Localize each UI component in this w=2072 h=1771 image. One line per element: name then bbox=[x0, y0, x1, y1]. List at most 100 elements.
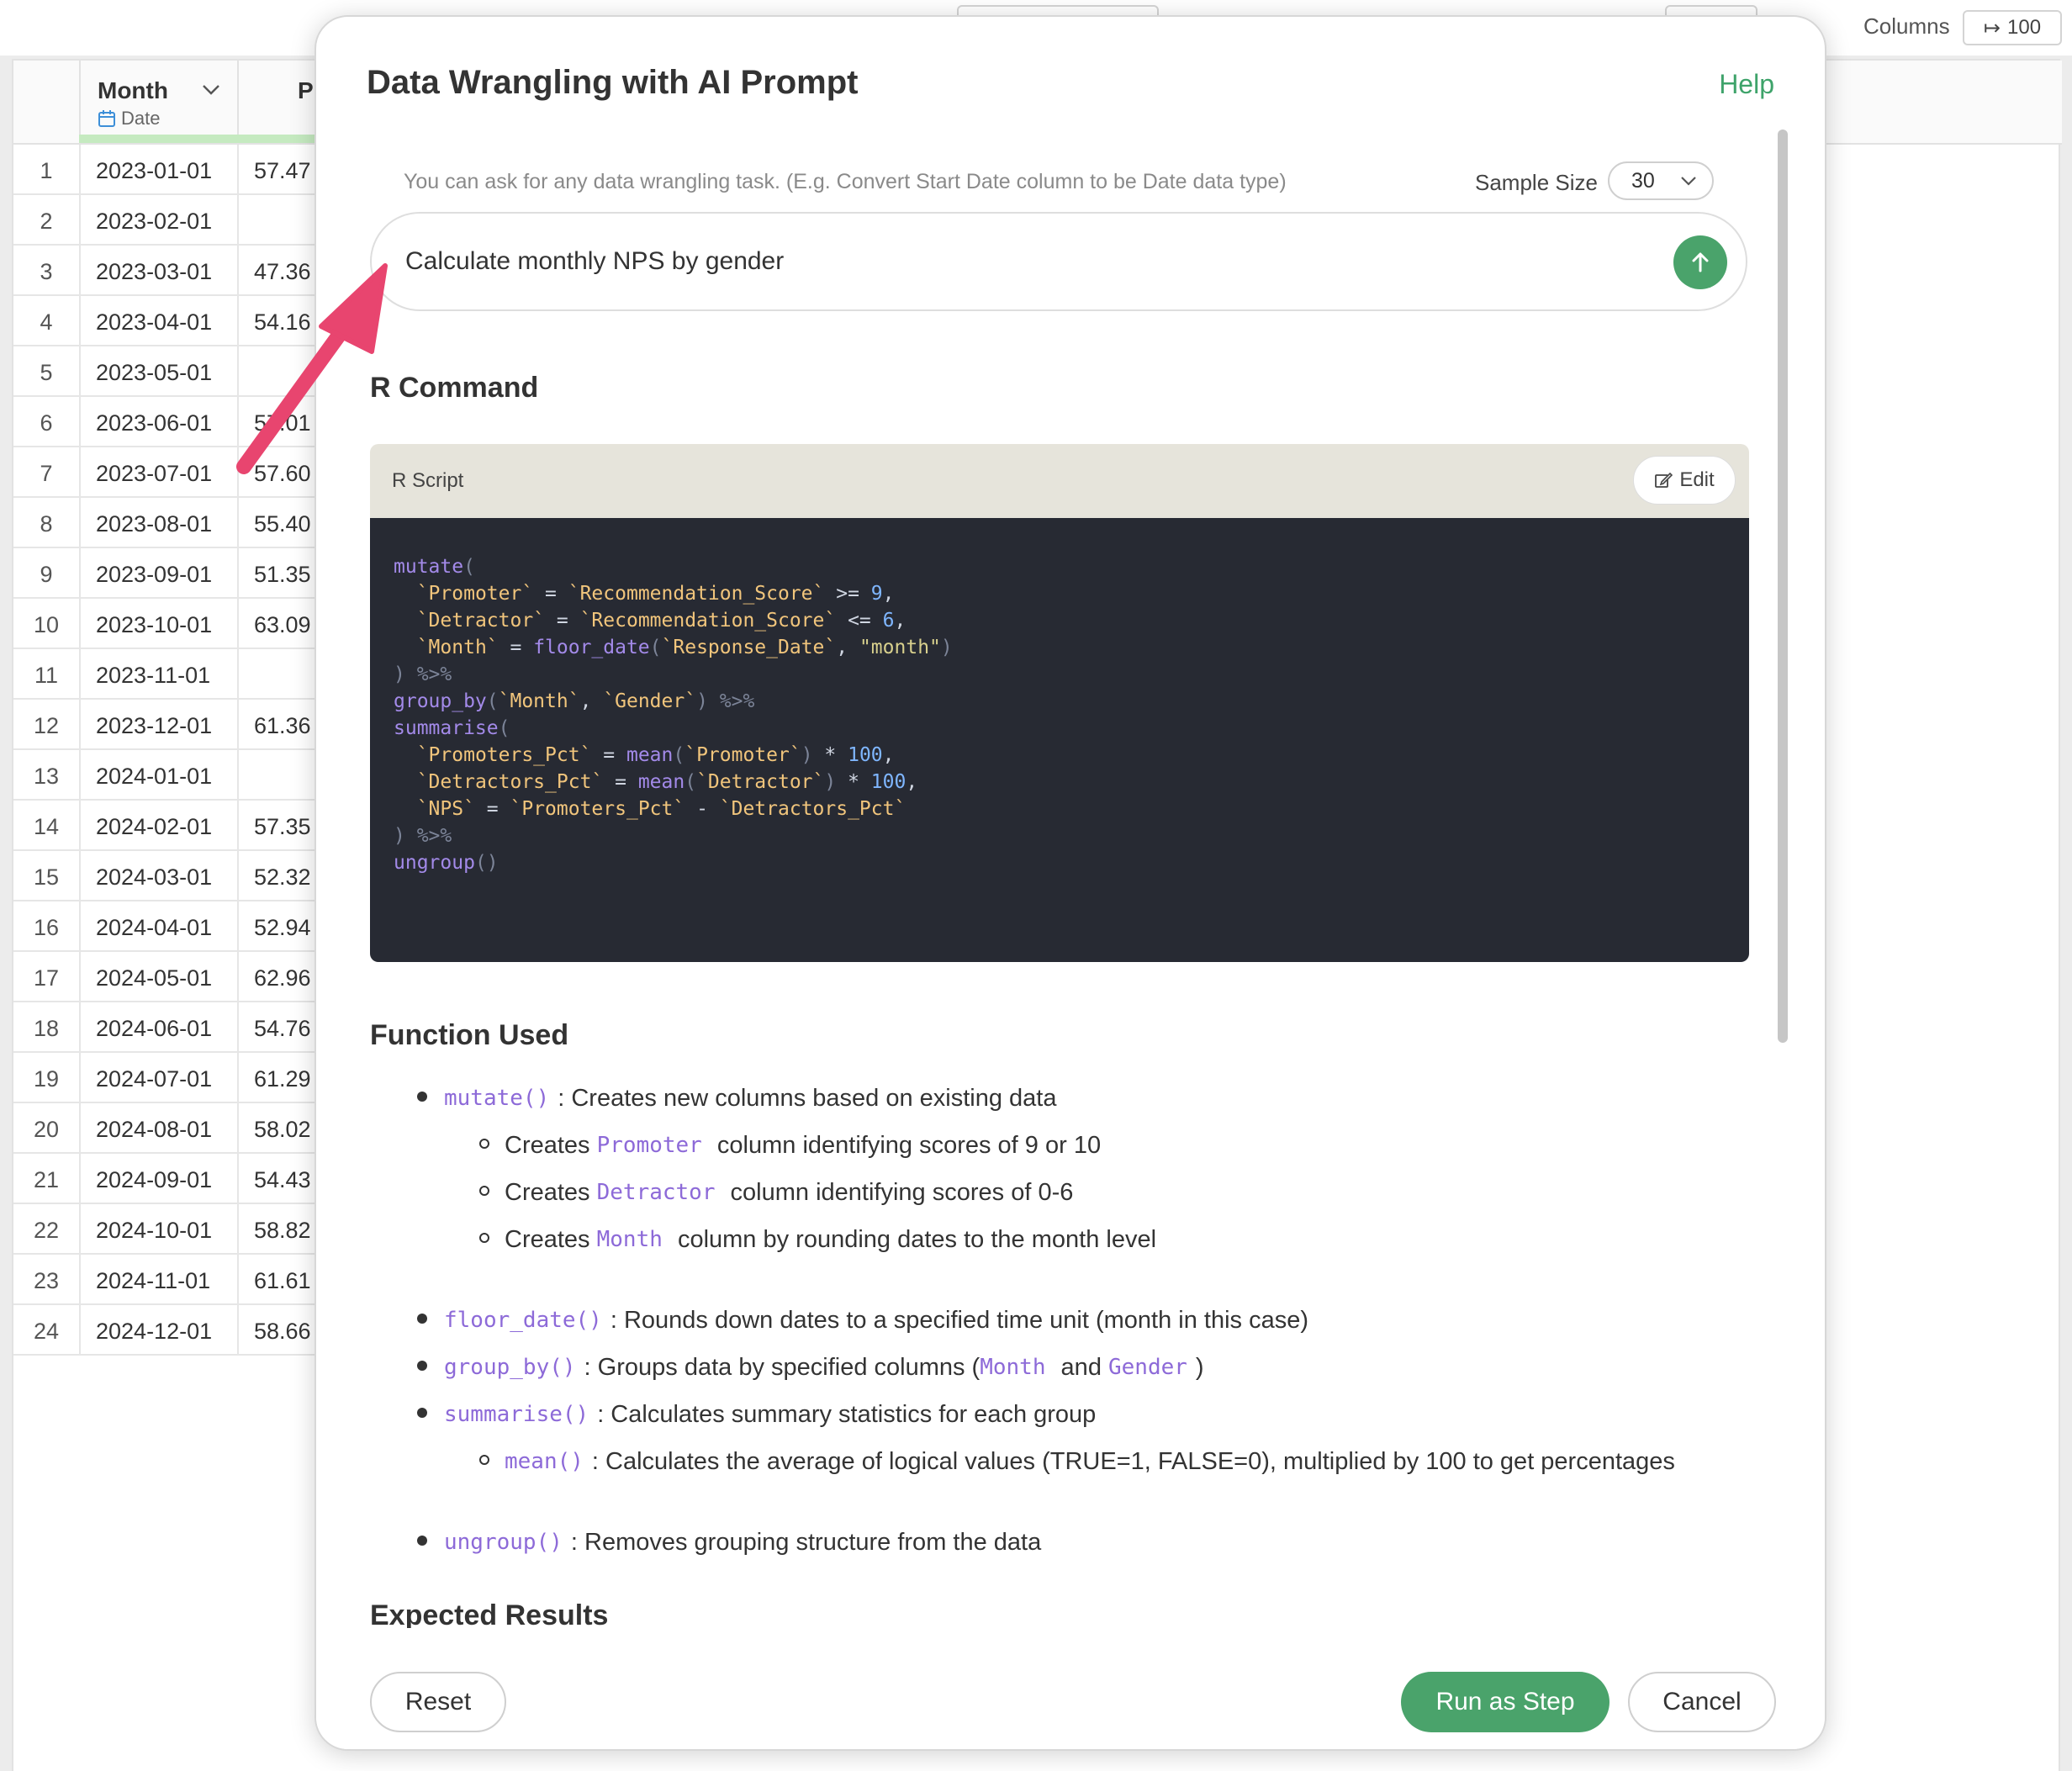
r-script-code[interactable]: mutate( `Promoter` = `Recommendation_Sco… bbox=[370, 518, 1749, 962]
month-cell[interactable]: 2023-02-01 bbox=[96, 209, 212, 235]
row-number: 6 bbox=[40, 410, 53, 436]
month-column-header[interactable]: Month bbox=[98, 77, 168, 104]
month-cell[interactable]: 2024-09-01 bbox=[96, 1167, 212, 1193]
dialog-title: Data Wrangling with AI Prompt bbox=[367, 64, 859, 101]
pr-cell[interactable]: 57.35 bbox=[254, 814, 311, 840]
code-token: `Month` bbox=[498, 690, 580, 712]
month-cell[interactable]: 2024-08-01 bbox=[96, 1117, 212, 1143]
function-list: mutate(): Creates new columns based on e… bbox=[370, 1075, 1749, 1566]
row-divider bbox=[79, 1103, 81, 1154]
pr-cell[interactable]: 52.94 bbox=[254, 915, 311, 941]
edit-icon bbox=[1655, 472, 1673, 488]
prompt-hint: You can ask for any data wrangling task.… bbox=[404, 170, 1287, 193]
row-number: 17 bbox=[33, 965, 60, 991]
row-number: 13 bbox=[33, 764, 60, 789]
month-cell[interactable]: 2023-05-01 bbox=[96, 360, 212, 386]
month-cell[interactable]: 2023-03-01 bbox=[96, 259, 212, 285]
pr-cell[interactable]: 54.43 bbox=[254, 1167, 311, 1193]
month-cell[interactable]: 2024-04-01 bbox=[96, 915, 212, 941]
code-token: = bbox=[498, 637, 534, 658]
inline-code: Detractor bbox=[596, 1180, 716, 1205]
code-token: `Recommendation_Score` bbox=[579, 610, 837, 632]
row-number: 2 bbox=[40, 209, 53, 234]
pr-cell[interactable]: 62.96 bbox=[254, 965, 311, 991]
cancel-button[interactable]: Cancel bbox=[1628, 1672, 1776, 1732]
code-token: ( bbox=[684, 771, 697, 793]
month-cell[interactable]: 2024-10-01 bbox=[96, 1218, 212, 1244]
pr-cell[interactable]: 61.61 bbox=[254, 1268, 311, 1294]
row-divider bbox=[79, 145, 81, 195]
list-text: : Creates new columns based on existing … bbox=[558, 1084, 1057, 1112]
row-number: 3 bbox=[40, 259, 53, 284]
pr-cell[interactable]: 63.09 bbox=[254, 612, 311, 638]
month-cell[interactable]: 2024-02-01 bbox=[96, 814, 212, 840]
row-divider bbox=[79, 195, 81, 246]
row-divider bbox=[79, 1204, 81, 1255]
send-button[interactable] bbox=[1673, 235, 1727, 289]
month-cell[interactable]: 2024-01-01 bbox=[96, 764, 212, 790]
month-cell[interactable]: 2024-05-01 bbox=[96, 965, 212, 991]
row-divider bbox=[79, 1305, 81, 1356]
list-item: mutate(): Creates new columns based on e… bbox=[370, 1075, 1749, 1122]
sample-size-select[interactable]: 30 bbox=[1608, 161, 1714, 200]
arrow-up-icon bbox=[1692, 252, 1709, 272]
month-cell[interactable]: 2023-06-01 bbox=[96, 410, 212, 436]
month-type-label: Date bbox=[121, 108, 161, 129]
edit-button[interactable]: Edit bbox=[1633, 456, 1736, 505]
month-cell[interactable]: 2024-06-01 bbox=[96, 1016, 212, 1042]
pr-cell[interactable]: 57.47 bbox=[254, 158, 311, 184]
row-divider bbox=[79, 801, 81, 851]
month-cell[interactable]: 2024-12-01 bbox=[96, 1319, 212, 1345]
pr-cell[interactable]: 61.29 bbox=[254, 1066, 311, 1092]
pr-cell[interactable]: 61.36 bbox=[254, 713, 311, 739]
code-token: ) bbox=[940, 637, 953, 658]
row-number: 7 bbox=[40, 461, 53, 486]
month-cell[interactable]: 2023-12-01 bbox=[96, 713, 212, 739]
pr-cell[interactable]: 54.76 bbox=[254, 1016, 311, 1042]
month-cell[interactable]: 2024-03-01 bbox=[96, 864, 212, 891]
month-cell[interactable]: 2024-11-01 bbox=[96, 1268, 210, 1294]
column-quality-bar bbox=[79, 135, 348, 143]
pr-cell[interactable]: 55.40 bbox=[254, 511, 311, 537]
code-token: floor_date bbox=[533, 637, 650, 658]
month-cell[interactable]: 2023-08-01 bbox=[96, 511, 212, 537]
row-divider bbox=[237, 1154, 239, 1204]
month-cell[interactable]: 2023-01-01 bbox=[96, 158, 212, 184]
pr-cell[interactable]: 52.32 bbox=[254, 864, 311, 891]
code-line: `Detractor` = `Recommendation_Score` <= … bbox=[394, 607, 1749, 634]
pr-cell[interactable]: 58.82 bbox=[254, 1218, 311, 1244]
row-divider bbox=[79, 1255, 81, 1305]
help-link[interactable]: Help bbox=[1719, 69, 1774, 100]
row-divider bbox=[79, 1002, 81, 1053]
inline-code: Promoter bbox=[596, 1133, 702, 1158]
reset-button[interactable]: Reset bbox=[370, 1672, 506, 1732]
prompt-input[interactable]: Calculate monthly NPS by gender bbox=[370, 212, 1747, 311]
month-cell[interactable]: 2023-07-01 bbox=[96, 461, 212, 487]
bullet-icon bbox=[479, 1233, 489, 1243]
dialog-scrollbar[interactable] bbox=[1778, 130, 1788, 1043]
month-cell[interactable]: 2023-09-01 bbox=[96, 562, 212, 588]
month-cell[interactable]: 2023-04-01 bbox=[96, 309, 212, 336]
function-used-heading: Function Used bbox=[370, 1019, 569, 1051]
prompt-text[interactable]: Calculate monthly NPS by gender bbox=[405, 247, 784, 276]
code-token: ) %>% bbox=[394, 825, 452, 847]
inline-code: floor_date() bbox=[444, 1308, 602, 1333]
pr-cell[interactable]: 58.66 bbox=[254, 1319, 311, 1345]
list-item: Creates Detractor column identifying sco… bbox=[370, 1169, 1749, 1216]
columns-count-button[interactable]: ↦ 100 bbox=[1963, 10, 2062, 45]
pr-cell[interactable]: 51.35 bbox=[254, 562, 311, 588]
list-text: : Calculates summary statistics for each… bbox=[597, 1400, 1097, 1428]
month-cell[interactable]: 2023-11-01 bbox=[96, 663, 210, 689]
run-as-step-button[interactable]: Run as Step bbox=[1401, 1672, 1610, 1732]
arrow-right-bar-icon: ↦ bbox=[1983, 16, 2001, 40]
bullet-icon bbox=[417, 1092, 427, 1102]
pr-cell[interactable]: 58.02 bbox=[254, 1117, 311, 1143]
month-cell[interactable]: 2024-07-01 bbox=[96, 1066, 212, 1092]
row-number: 9 bbox=[40, 562, 53, 587]
code-token: , bbox=[882, 744, 895, 766]
month-cell[interactable]: 2023-10-01 bbox=[96, 612, 212, 638]
row-number: 23 bbox=[33, 1268, 60, 1293]
chevron-down-icon[interactable] bbox=[202, 79, 220, 101]
